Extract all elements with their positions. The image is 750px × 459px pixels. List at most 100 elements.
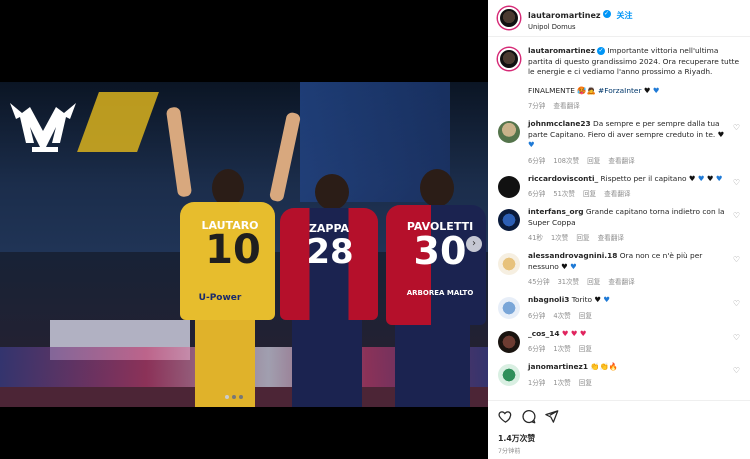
comment-time: 1分钟 [528,378,546,387]
comments-list[interactable]: lautaromartinez ✓ Importante vittoria nel… [488,44,750,400]
avatar[interactable] [498,253,520,275]
share-icon[interactable] [544,409,559,424]
player-number: 10 [205,227,261,273]
heart-icon[interactable] [498,409,513,424]
comment-author[interactable]: alessandrovagnini.18 [528,251,617,260]
comment-item: janomartinez1 👏👏🔥 1分钟 1次赞 回复 ♡ [498,362,740,387]
reply-button[interactable]: 回复 [583,190,596,198]
reply-button[interactable]: 回复 [587,157,600,165]
comment-author[interactable]: janomartinez1 [528,362,588,371]
like-comment-icon[interactable]: ♡ [733,178,740,199]
verified-icon: ✓ [602,9,611,18]
like-count[interactable]: 31次赞 [558,278,580,286]
post-panel: lautaromartinez ✓ 关注 Unipol Domus lautarom… [488,0,750,459]
post-header: lautaromartinez ✓ 关注 Unipol Domus [488,0,750,37]
comment-time: 45分钟 [528,278,550,286]
comment-text: Torito [571,295,593,304]
carousel-dot [239,395,243,399]
comment-text: 👏👏🔥 [590,362,618,371]
black-heart-icon: ♥ [592,295,602,304]
translate-button[interactable]: 查看翻译 [608,157,634,165]
blue-heart-icon: ♥ [601,295,611,304]
reply-button[interactable]: 回复 [579,312,592,320]
location[interactable]: Unipol Domus [528,23,633,31]
carousel-dot [225,395,229,399]
reply-button[interactable]: 回复 [579,345,592,353]
like-count[interactable]: 51次赞 [553,190,575,198]
media-area: LAUTARO 10 U-Power ZAPPA 28 PAVOLETTI 30… [0,0,488,459]
red-heart-icon: ♥ [568,328,578,338]
blue-heart-icon: ♥ [567,261,577,271]
like-comment-icon[interactable]: ♡ [733,255,740,286]
like-count[interactable]: 1次赞 [551,234,568,242]
comment-icon[interactable] [521,409,536,424]
like-comment-icon[interactable]: ♡ [733,333,740,354]
comment-time: 6分钟 [528,156,546,165]
hashtag-link[interactable]: #ForzaInter [598,86,642,95]
blue-heart-icon: ♥ [713,173,723,183]
verified-icon: ✓ [597,47,605,55]
reply-button[interactable]: 回复 [587,278,600,286]
translate-button[interactable]: 查看翻译 [604,190,630,198]
carousel-dot [232,395,236,399]
translate-button[interactable]: 查看翻译 [553,102,579,110]
player-number: 28 [306,232,354,272]
player-pavoletti: PAVOLETTI 30 ARBOREA MALTO [380,167,488,407]
comment-text: Rispetto per il capitano [600,173,687,183]
comment-time: 6分钟 [528,345,546,353]
next-image-button[interactable]: › [466,236,482,252]
comment-item: _cos_14 ♥ ♥ ♥ 6分钟 1次赞 回复 ♡ [498,328,740,354]
like-comment-icon[interactable]: ♡ [733,211,740,242]
comment-time: 6分钟 [528,311,546,320]
post-date: 7分钟前 [498,448,521,455]
post-author[interactable]: lautaromartinez [528,11,601,21]
sponsor-label: U-Power [198,293,242,303]
like-count[interactable]: 1次赞 [553,345,570,353]
avatar[interactable] [498,7,520,29]
caption-author[interactable]: lautaromartinez [528,46,595,55]
avatar[interactable] [498,330,520,353]
reply-button[interactable]: 回复 [579,379,592,387]
carousel-dots [225,395,243,399]
sponsor-label: ARBOREA MALTO [406,289,474,297]
follow-button[interactable]: 关注 [617,11,633,21]
like-comment-icon[interactable]: ♡ [733,123,740,165]
comment-author[interactable]: interfans_org [528,207,584,216]
like-count[interactable]: 108次赞 [553,157,579,165]
translate-button[interactable]: 查看翻译 [608,278,634,286]
avatar[interactable] [498,364,520,386]
blue-heart-icon: ♥ [528,140,535,149]
avatar[interactable] [498,48,520,70]
avatar[interactable] [498,297,520,319]
translate-button[interactable]: 查看翻译 [598,234,624,242]
blue-heart-icon: ♥ [652,85,660,95]
comment-author[interactable]: riccardovisconti_ [528,174,598,183]
lm-logo-icon [10,103,76,152]
avatar[interactable] [498,175,520,198]
reply-button[interactable]: 回复 [576,234,589,242]
comment-item: riccardovisconti_ Rispetto per il capita… [498,173,740,199]
caption-extra: FINALMENTE 🥵🙇 [528,85,596,95]
like-count[interactable]: 1次赞 [553,379,570,387]
black-heart-icon: ♥ [715,129,725,139]
caption-time: 7分钟 [528,102,546,110]
like-comment-icon[interactable]: ♡ [733,366,740,387]
black-heart-icon: ♥ [643,85,651,95]
instagram-post-viewer: LAUTARO 10 U-Power ZAPPA 28 PAVOLETTI 30… [0,0,750,459]
comment-author[interactable]: johnmcclane23 [528,119,591,128]
comment-time: 6分钟 [528,190,546,198]
views-count[interactable]: 1.4万次赞 [498,433,740,444]
avatar[interactable] [498,209,520,231]
comment-author[interactable]: _cos_14 [528,329,560,338]
comment-item: johnmcclane23 Da sempre e per sempre dal… [498,119,740,165]
like-comment-icon[interactable]: ♡ [733,299,740,320]
avatar[interactable] [498,121,520,143]
comment-author[interactable]: nbagnoli3 [528,295,569,304]
comment-entries: johnmcclane23 Da sempre e per sempre dal… [498,119,740,387]
comment-time: 41秒 [528,234,543,242]
comment-item: nbagnoli3 Torito ♥ ♥ 6分钟 4次赞 回复 ♡ [498,295,740,320]
blue-heart-icon: ♥ [695,173,705,183]
red-heart-icon: ♥ [561,328,569,338]
like-count[interactable]: 4次赞 [553,312,570,320]
player-number: 30 [413,229,467,273]
